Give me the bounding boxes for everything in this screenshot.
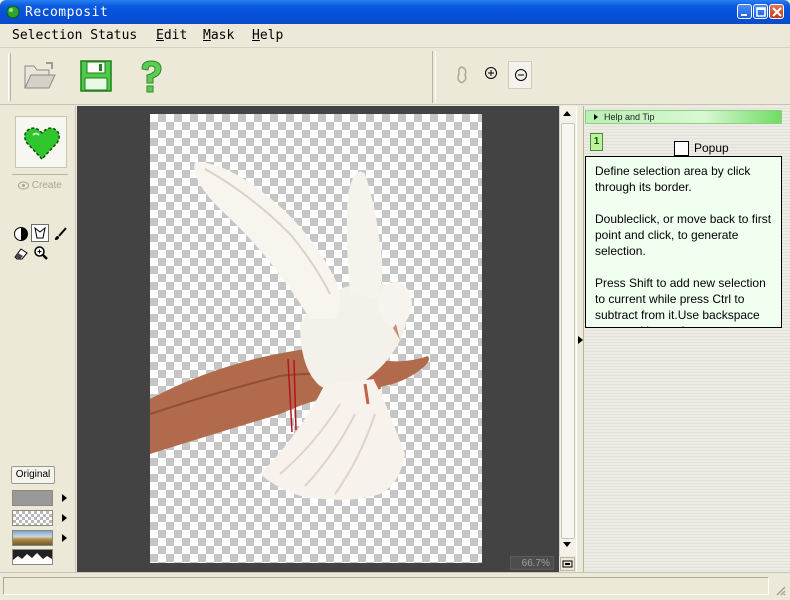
toolbar-grip bbox=[8, 53, 11, 101]
zoom-out-icon bbox=[515, 69, 527, 81]
help-header[interactable]: Help and Tip bbox=[585, 110, 782, 124]
resize-grip-icon[interactable] bbox=[774, 584, 786, 596]
close-icon bbox=[772, 7, 782, 17]
tip-paragraph: Define selection area by click through i… bbox=[595, 164, 751, 194]
menu-selection-status[interactable]: Selection Status bbox=[12, 28, 137, 43]
status-bar bbox=[0, 572, 790, 600]
dove-image bbox=[149, 162, 429, 500]
color-picker-icon[interactable] bbox=[13, 226, 29, 242]
status-field bbox=[3, 577, 769, 595]
transparency-checkerboard bbox=[149, 114, 482, 563]
zoom-out-button[interactable] bbox=[508, 61, 532, 89]
open-folder-icon bbox=[24, 62, 56, 89]
tip-page-icon: 1 bbox=[590, 133, 603, 151]
scroll-thumb[interactable] bbox=[561, 123, 575, 539]
menu-help[interactable]: Help bbox=[252, 28, 283, 43]
tip-paragraph: Doubleclick, or move back to first point… bbox=[595, 212, 772, 258]
maximize-icon bbox=[756, 7, 766, 17]
create-button[interactable]: Create bbox=[18, 180, 62, 191]
silhouette-image bbox=[13, 553, 52, 564]
checker-background-arrow[interactable] bbox=[62, 514, 67, 522]
heart-icon bbox=[24, 127, 60, 161]
canvas-scrollbar[interactable] bbox=[559, 106, 576, 556]
scroll-down-arrow[interactable] bbox=[563, 542, 571, 547]
app-logo-icon bbox=[6, 5, 20, 19]
toolbar bbox=[0, 49, 790, 105]
tool-divider bbox=[12, 174, 68, 175]
window-title: Recomposit bbox=[25, 5, 109, 20]
checker-background-swatch[interactable] bbox=[12, 510, 53, 526]
title-bar: Recomposit bbox=[0, 0, 790, 24]
fit-view-button[interactable] bbox=[560, 557, 575, 571]
maximize-button[interactable] bbox=[753, 4, 768, 19]
heart-selection-button[interactable] bbox=[15, 116, 67, 168]
gray-background-arrow[interactable] bbox=[62, 494, 67, 502]
help-header-label: Help and Tip bbox=[604, 112, 655, 122]
zoom-level: 66.7% bbox=[510, 556, 554, 570]
popup-checkbox[interactable] bbox=[674, 141, 689, 156]
help-button[interactable] bbox=[137, 59, 165, 98]
open-button[interactable] bbox=[22, 61, 56, 94]
close-button[interactable] bbox=[769, 4, 784, 19]
scroll-up-arrow[interactable] bbox=[563, 111, 571, 116]
image-canvas[interactable]: 66.7% bbox=[77, 106, 559, 572]
help-question-icon bbox=[141, 60, 162, 93]
lasso-hand-icon bbox=[457, 66, 467, 84]
minimize-button[interactable] bbox=[737, 4, 752, 19]
lasso-select-icon[interactable] bbox=[31, 224, 49, 242]
save-disk-icon bbox=[80, 60, 112, 92]
gray-background-swatch[interactable] bbox=[12, 490, 53, 506]
menu-bar: Selection Status Edit Mask Help bbox=[0, 24, 790, 48]
expand-arrow-icon bbox=[594, 114, 598, 120]
toolbar-separator bbox=[432, 51, 436, 103]
tip-paragraph: Press Shift to add new selection to curr… bbox=[595, 276, 766, 327]
landscape-background-swatch[interactable] bbox=[12, 530, 53, 546]
popup-label: Popup bbox=[694, 141, 729, 155]
tool-panel: Create Original bbox=[0, 106, 76, 572]
eye-icon bbox=[18, 181, 29, 190]
eraser-icon[interactable] bbox=[13, 245, 29, 261]
menu-mask[interactable]: Mask bbox=[203, 28, 234, 43]
help-panel: Help and Tip 1 Popup Define selection ar… bbox=[585, 106, 790, 572]
lasso-button[interactable] bbox=[455, 65, 471, 88]
splitter-arrow[interactable] bbox=[578, 336, 583, 344]
panel-splitter[interactable] bbox=[576, 106, 584, 572]
silhouette-background-swatch[interactable] bbox=[12, 549, 53, 565]
create-label: Create bbox=[31, 180, 62, 191]
tip-text-box: Define selection area by click through i… bbox=[585, 156, 782, 328]
zoom-in-button[interactable] bbox=[484, 66, 498, 83]
minimize-icon bbox=[741, 14, 747, 16]
magnifier-icon[interactable] bbox=[33, 245, 49, 261]
original-button[interactable]: Original bbox=[11, 466, 55, 484]
landscape-background-arrow[interactable] bbox=[62, 534, 67, 542]
brush-icon[interactable] bbox=[52, 226, 68, 242]
save-button[interactable] bbox=[79, 59, 113, 96]
zoom-in-icon bbox=[485, 67, 497, 79]
menu-edit[interactable]: Edit bbox=[156, 28, 187, 43]
fit-view-icon bbox=[562, 560, 573, 568]
